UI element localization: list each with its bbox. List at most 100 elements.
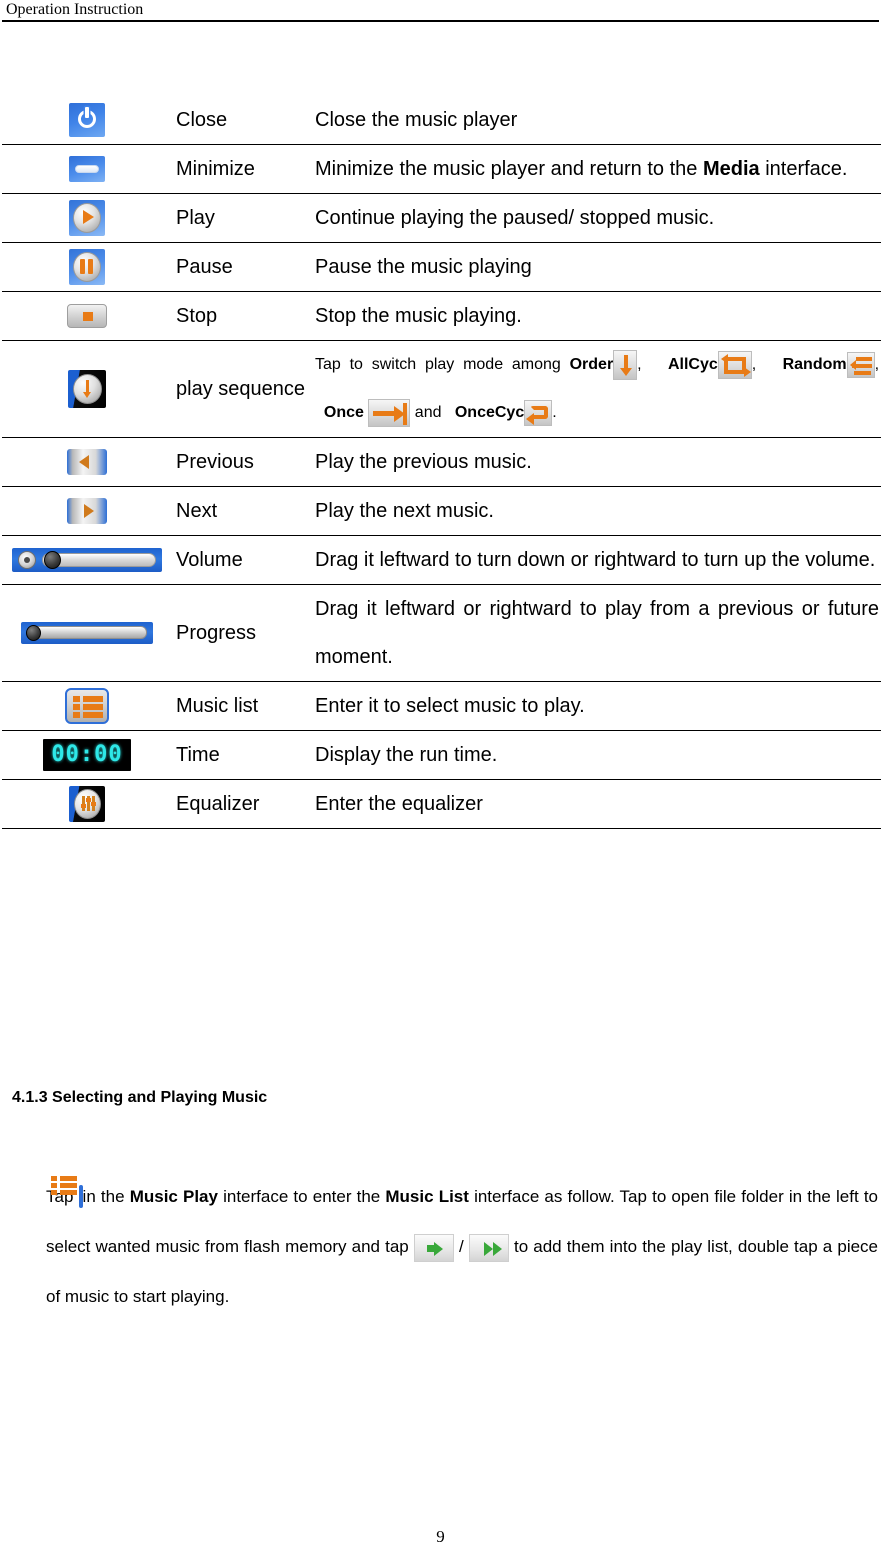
table-row: Progress Drag it leftward or rightward t…	[2, 584, 881, 682]
equalizer-icon	[69, 786, 105, 822]
control-description: Play the previous music.	[315, 451, 532, 473]
control-name: Music list	[176, 695, 259, 717]
power-icon	[69, 103, 105, 137]
random-mode-icon	[846, 351, 875, 378]
table-row: Close Close the music player	[2, 96, 881, 145]
icon-cell	[2, 193, 172, 243]
page-number: 9	[436, 1527, 445, 1546]
control-name: Time	[176, 744, 220, 766]
table-row: Pause Pause the music playing	[2, 242, 881, 292]
mode-label-oncecyc: OnceCyc	[454, 404, 525, 421]
name-cell: Equalizer	[172, 779, 315, 829]
control-description: Minimize the music player and return to …	[315, 145, 879, 193]
stop-icon	[67, 304, 107, 328]
play-icon	[69, 200, 105, 236]
once-mode-icon	[368, 398, 411, 427]
table-row: Equalizer Enter the equalizer	[2, 779, 881, 829]
control-name: Stop	[176, 305, 218, 327]
control-description: Drag it leftward to turn down or rightwa…	[315, 549, 876, 571]
music-list-icon	[65, 688, 109, 724]
minimize-icon	[69, 156, 105, 182]
table-row: Play Continue playing the paused/ stoppe…	[2, 193, 881, 243]
desc-cell: Enter it to select music to play.	[315, 681, 881, 731]
icon-cell	[2, 535, 172, 585]
desc-cell: Tap to switch play mode among Order, All…	[315, 340, 881, 438]
desc-cell: Play the previous music.	[315, 437, 881, 487]
icon-cell: 00:00	[2, 730, 172, 780]
desc-cell: Close the music player	[315, 96, 881, 145]
progress-slider-icon	[21, 622, 153, 644]
icon-cell	[2, 779, 172, 829]
pause-icon	[69, 249, 105, 285]
icon-cell	[2, 486, 172, 536]
name-cell: Stop	[172, 291, 315, 341]
para-text: interface to enter the	[217, 1187, 386, 1206]
control-name: Play	[176, 207, 215, 229]
desc-part: interface.	[759, 158, 848, 180]
desc-cell: Stop the music playing.	[315, 291, 881, 341]
name-cell: Previous	[172, 437, 315, 487]
control-description: Drag it leftward or rightward to play fr…	[315, 598, 879, 668]
para-bold-music-play: Music Play	[129, 1187, 218, 1206]
controls-table: Close Close the music player Minimize Mi…	[2, 96, 881, 829]
desc-cell: Pause the music playing	[315, 242, 881, 292]
control-description: Pause the music playing	[315, 256, 532, 278]
table-row: 00:00 Time Display the run time.	[2, 730, 881, 780]
header-divider	[2, 20, 879, 22]
desc-part-bold: Media	[702, 158, 760, 180]
icon-cell	[2, 242, 172, 292]
mode-sep: ,	[874, 356, 880, 373]
control-description: Play the next music.	[315, 500, 494, 522]
desc-cell: Drag it leftward to turn down or rightwa…	[315, 535, 881, 585]
para-bold-music-list: Music List	[385, 1187, 469, 1206]
mode-label-order: Order	[569, 356, 614, 373]
add-one-arrow-icon	[413, 1233, 454, 1262]
table-row: Minimize Minimize the music player and r…	[2, 144, 881, 194]
table-row: Volume Drag it leftward to turn down or …	[2, 535, 881, 585]
control-name: Previous	[176, 451, 254, 473]
control-name: Next	[176, 500, 218, 522]
mode-label-allcyc: AllCyc	[667, 356, 718, 373]
add-all-arrows-icon	[468, 1233, 509, 1262]
previous-icon	[67, 449, 107, 475]
mode-sep: ,	[637, 356, 651, 373]
desc-prefix: Tap to switch play mode among	[315, 356, 570, 373]
section-heading: 4.1.3 Selecting and Playing Music	[12, 1089, 268, 1106]
table-row: play sequence Tap to switch play mode am…	[2, 340, 881, 438]
icon-cell	[2, 584, 172, 682]
icon-cell	[2, 291, 172, 341]
name-cell: Next	[172, 486, 315, 536]
name-cell: Close	[172, 96, 315, 145]
control-name: Equalizer	[176, 793, 260, 815]
name-cell: Progress	[172, 584, 315, 682]
control-name: Volume	[176, 549, 243, 571]
header-title: Operation Instruction	[6, 1, 144, 18]
control-name: Progress	[176, 622, 257, 644]
para-text: in the	[82, 1187, 130, 1206]
desc-cell: Minimize the music player and return to …	[315, 144, 881, 194]
mode-label-random: Random	[782, 356, 847, 373]
control-name: Minimize	[176, 158, 255, 180]
desc-cell: Continue playing the paused/ stopped mus…	[315, 193, 881, 243]
control-name: Close	[176, 109, 228, 131]
volume-slider-icon	[12, 548, 162, 572]
control-name: Pause	[176, 256, 233, 278]
allcyc-mode-icon	[717, 350, 752, 379]
icon-cell	[2, 437, 172, 487]
control-description: Enter it to select music to play.	[315, 695, 585, 717]
desc-cell: Display the run time.	[315, 730, 881, 780]
control-description: Display the run time.	[315, 744, 498, 766]
control-description: Tap to switch play mode among Order, All…	[315, 341, 879, 437]
icon-cell	[2, 340, 172, 438]
control-description: Enter the equalizer	[315, 793, 483, 815]
icon-cell	[2, 96, 172, 145]
control-name: play sequence	[176, 378, 305, 400]
control-description: Continue playing the paused/ stopped mus…	[315, 207, 715, 229]
desc-cell: Drag it leftward or rightward to play fr…	[315, 584, 881, 682]
order-mode-icon	[613, 349, 638, 380]
mode-sep: and	[410, 404, 446, 421]
mode-sep: ,	[751, 356, 766, 373]
icon-cell	[2, 144, 172, 194]
mode-label-once: Once	[323, 404, 364, 421]
page-header: Operation Instruction	[0, 0, 881, 22]
